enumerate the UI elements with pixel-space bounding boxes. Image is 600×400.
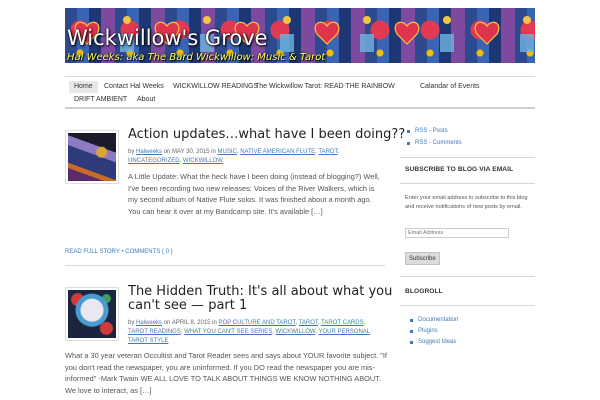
subscribe-button[interactable]: Subscribe xyxy=(405,252,440,265)
category-link[interactable]: UNCATEGORIZED xyxy=(128,158,180,164)
post-excerpt: What a 30 year veteran Occultist and Tar… xyxy=(65,351,387,395)
nav-item-contact[interactable]: Contact Hal Weeks xyxy=(99,81,169,93)
post-meta: by Halweeks on APRIL 8, 2015 in POP CULT… xyxy=(128,320,371,344)
nav-item-drift-ambient[interactable]: DRIFT AMBIENT xyxy=(69,94,132,106)
meta-by: by xyxy=(128,149,135,155)
nav-item-wickwillow-readings[interactable]: WICKWILLOW READINGS xyxy=(168,81,263,93)
post-title-line-2[interactable]: can't see — part 1 xyxy=(128,298,247,313)
blogroll-link-documentation[interactable]: Documentation xyxy=(408,317,458,323)
sidebar-divider xyxy=(400,305,535,306)
nav-item-about[interactable]: About xyxy=(132,94,160,106)
site-title[interactable]: Wickwillow's Grove xyxy=(67,26,268,50)
meta-by: by xyxy=(128,320,135,326)
post-excerpt: A Little Update: What the heck have I be… xyxy=(128,172,380,216)
header-banner[interactable]: Wickwillow's Grove Hal Weeks: aka The Ba… xyxy=(65,8,535,63)
category-link[interactable]: TAROT READINGS xyxy=(128,329,181,335)
author-link[interactable]: Halweeks xyxy=(136,320,162,326)
sidebar-divider xyxy=(400,183,535,184)
category-link[interactable]: NATIVE AMERICAN FLUTE xyxy=(240,149,315,155)
subscribe-heading: SUBSCRIBE TO BLOG VIA EMAIL xyxy=(405,166,514,173)
category-link[interactable]: WICKWILLOW xyxy=(276,329,316,335)
tarot-cards-image xyxy=(68,133,116,181)
category-link[interactable]: WHAT YOU CAN'T SEE SERIES xyxy=(184,329,272,335)
category-link[interactable]: TAROT xyxy=(318,149,337,155)
link-separator: • xyxy=(121,249,124,255)
post-links: READ FULL STORY • COMMENTS { 0 } xyxy=(65,249,173,255)
post-title-line-1[interactable]: The Hidden Truth: It's all about what yo… xyxy=(128,284,392,299)
meta-date: on MAY 30, 2015 in xyxy=(163,149,216,155)
nav-item-wickwillow-tarot[interactable]: The Wickwillow Tarot: READ THE RAINBOW xyxy=(250,81,400,93)
skull-artwork-image xyxy=(68,290,116,338)
post-divider xyxy=(65,265,385,266)
blogroll-heading: BLOGROLL xyxy=(405,288,443,295)
category-link[interactable]: WICKWILLOW xyxy=(183,158,223,164)
rss-posts-link[interactable]: RSS - Posts xyxy=(405,128,448,134)
nav-item-calendar[interactable]: Calandar of Events xyxy=(415,81,485,93)
blogroll-link-suggest-ideas[interactable]: Suggest Ideas xyxy=(408,339,456,345)
subscribe-description: Enter your email address to subscribe to… xyxy=(405,195,528,210)
post-title[interactable]: Action updates…what have I been doing?? xyxy=(128,127,405,142)
post-thumbnail[interactable] xyxy=(65,287,119,341)
sidebar-divider xyxy=(400,276,535,277)
post-meta: by Halweeks on MAY 30, 2015 in MUSIC, NA… xyxy=(128,149,340,164)
post-thumbnail[interactable] xyxy=(65,130,119,184)
rss-comments-link[interactable]: RSS - Comments xyxy=(405,140,462,146)
nav-item-home[interactable]: Home xyxy=(69,81,98,93)
author-link[interactable]: Halweeks xyxy=(136,149,162,155)
comments-link[interactable]: COMMENTS { 0 } xyxy=(125,249,172,255)
category-link[interactable]: POP CULTURE AND TAROT xyxy=(219,320,296,326)
read-full-story-link[interactable]: READ FULL STORY xyxy=(65,249,120,255)
sidebar-divider xyxy=(400,157,535,158)
site-tagline: Hal Weeks: aka The Bard Wickwillow: Musi… xyxy=(67,52,326,63)
main-navigation: Home Contact Hal Weeks WICKWILLOW READIN… xyxy=(65,76,535,109)
category-link[interactable]: MUSIC xyxy=(218,149,237,155)
email-field[interactable] xyxy=(405,228,509,238)
category-link[interactable]: TAROT CARDS xyxy=(321,320,363,326)
meta-date: on APRIL 8, 2015 in xyxy=(163,320,217,326)
blogroll-link-plugins[interactable]: Plugins xyxy=(408,328,438,334)
category-link[interactable]: TAROT xyxy=(299,320,318,326)
